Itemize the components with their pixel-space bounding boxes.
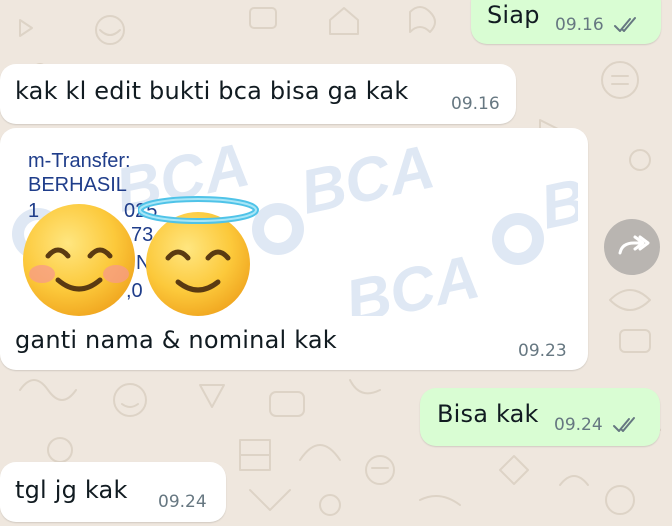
message-outgoing[interactable]: Bisa kak 09.24 xyxy=(420,388,660,446)
forward-icon xyxy=(618,235,650,255)
image-caption: ganti nama & nominal kak xyxy=(15,326,337,354)
message-text: tgl jg kak xyxy=(15,476,128,504)
image-attachment[interactable]: BCA BCA BCA BCA m-Transfer: BERHASIL 1 0… xyxy=(6,134,578,316)
message-text: kak kl edit bukti bca bisa ga kak xyxy=(15,77,409,105)
message-time: 09.16 xyxy=(451,94,500,114)
message-time: 09.24 xyxy=(158,492,207,512)
forward-button[interactable] xyxy=(604,219,660,275)
message-text: Siap xyxy=(487,1,540,29)
message-time: 09.16 xyxy=(555,15,604,35)
message-outgoing[interactable]: Siap 09.16 xyxy=(471,0,661,44)
message-incoming-image[interactable]: BCA BCA BCA BCA m-Transfer: BERHASIL 1 0… xyxy=(0,128,588,370)
receipt-line: m-Transfer: xyxy=(28,150,131,172)
bca-watermark-text: BCA xyxy=(340,242,486,316)
bca-watermark-text: BCA xyxy=(295,134,441,228)
message-time: 09.23 xyxy=(518,341,567,361)
message-incoming[interactable]: tgl jg kak 09.24 xyxy=(0,462,226,522)
message-time: 09.24 xyxy=(554,415,603,435)
message-text: Bisa kak xyxy=(437,400,539,428)
message-incoming[interactable]: kak kl edit bukti bca bisa ga kak 09.16 xyxy=(0,64,516,124)
smiling-face-sticker xyxy=(23,204,135,316)
receipt-line: BERHASIL xyxy=(28,174,127,196)
smiling-face-with-halo-sticker xyxy=(138,196,259,316)
double-check-read-icon xyxy=(613,417,635,432)
double-check-read-icon xyxy=(614,17,636,32)
